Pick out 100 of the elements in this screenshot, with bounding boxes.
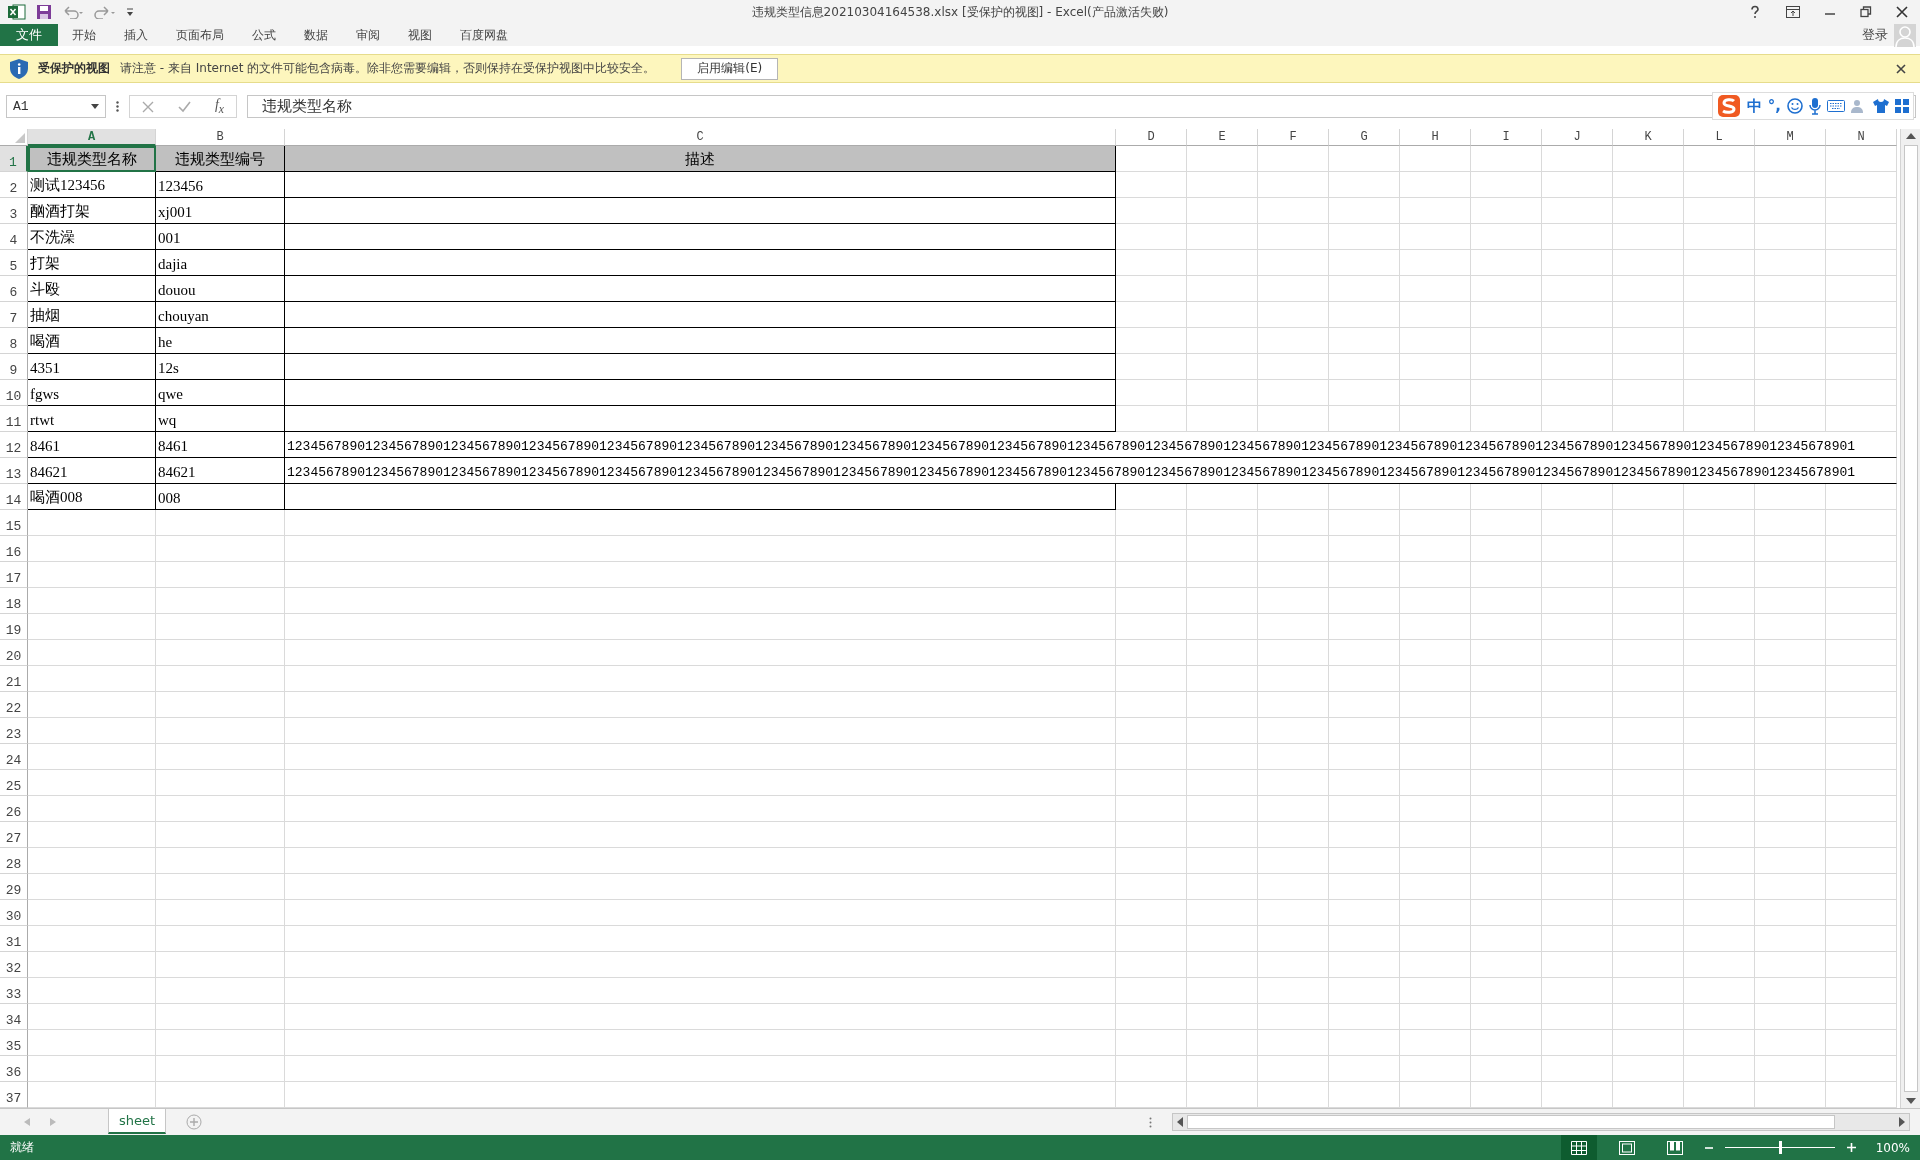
row-header[interactable]: 33 bbox=[0, 978, 28, 1004]
scroll-right-icon[interactable] bbox=[1899, 1117, 1905, 1127]
redo-icon[interactable] bbox=[94, 5, 116, 19]
ribbon-tab[interactable]: 数据 bbox=[290, 24, 342, 46]
column-header[interactable]: L bbox=[1684, 129, 1755, 146]
row-header[interactable]: 22 bbox=[0, 692, 28, 718]
zoom-slider-thumb[interactable] bbox=[1778, 1141, 1782, 1154]
customize-caret-icon[interactable] bbox=[126, 7, 134, 17]
column-header[interactable]: N bbox=[1826, 129, 1897, 146]
restore-icon[interactable] bbox=[1860, 6, 1872, 18]
row-header[interactable]: 23 bbox=[0, 718, 28, 744]
ribbon-tab[interactable]: 审阅 bbox=[342, 24, 394, 46]
vertical-scrollbar[interactable] bbox=[1900, 129, 1920, 1108]
dropdown-caret-icon[interactable] bbox=[91, 104, 99, 109]
ribbon-tab[interactable]: 插入 bbox=[110, 24, 162, 46]
row-header[interactable]: 6 bbox=[0, 276, 28, 302]
row-header[interactable]: 13 bbox=[0, 458, 28, 484]
sheet-tab[interactable]: sheet bbox=[108, 1109, 166, 1134]
row-header[interactable]: 20 bbox=[0, 640, 28, 666]
grid-menu-icon[interactable] bbox=[1895, 99, 1909, 113]
horizontal-scrollbar[interactable] bbox=[1172, 1113, 1910, 1131]
scroll-left-icon[interactable] bbox=[1177, 1117, 1183, 1127]
ribbon-display-icon[interactable] bbox=[1786, 6, 1800, 18]
undo-icon[interactable] bbox=[62, 5, 84, 19]
row-header[interactable]: 27 bbox=[0, 822, 28, 848]
row-header[interactable]: 5 bbox=[0, 250, 28, 276]
shirt-icon[interactable] bbox=[1873, 99, 1889, 113]
row-header[interactable]: 25 bbox=[0, 770, 28, 796]
column-header[interactable]: M bbox=[1755, 129, 1826, 146]
row-header[interactable]: 1 bbox=[0, 146, 28, 172]
row-header[interactable]: 34 bbox=[0, 1004, 28, 1030]
column-header[interactable]: J bbox=[1542, 129, 1613, 146]
row-header[interactable]: 8 bbox=[0, 328, 28, 354]
column-header[interactable]: H bbox=[1400, 129, 1471, 146]
close-icon[interactable] bbox=[1896, 63, 1906, 74]
row-header[interactable]: 24 bbox=[0, 744, 28, 770]
row-header[interactable]: 36 bbox=[0, 1056, 28, 1082]
row-header[interactable]: 12 bbox=[0, 432, 28, 458]
zoom-level[interactable]: 100% bbox=[1875, 1140, 1910, 1155]
ribbon-tab[interactable]: 页面布局 bbox=[162, 24, 238, 46]
enable-editing-button[interactable]: 启用编辑(E) bbox=[681, 57, 779, 80]
row-header[interactable]: 4 bbox=[0, 224, 28, 250]
more-options-icon[interactable] bbox=[116, 101, 119, 112]
shield-info-icon bbox=[10, 58, 28, 79]
zoom-in-icon[interactable] bbox=[1846, 1143, 1856, 1152]
row-header[interactable]: 31 bbox=[0, 926, 28, 952]
sign-in-link[interactable]: 登录 bbox=[1862, 26, 1888, 44]
row-header[interactable]: 2 bbox=[0, 172, 28, 198]
table-cell: he bbox=[156, 328, 285, 354]
grid-icon[interactable] bbox=[1570, 1140, 1587, 1155]
row-header[interactable]: 9 bbox=[0, 354, 28, 380]
row-header[interactable]: 16 bbox=[0, 536, 28, 562]
help-icon[interactable] bbox=[1748, 5, 1762, 19]
page-break-icon[interactable] bbox=[1666, 1140, 1683, 1155]
column-header[interactable]: F bbox=[1258, 129, 1329, 146]
ribbon-tab[interactable]: 开始 bbox=[58, 24, 110, 46]
column-header[interactable]: A bbox=[28, 129, 156, 146]
row-header[interactable]: 28 bbox=[0, 848, 28, 874]
insert-function-button[interactable]: f$_{x}$ bbox=[214, 97, 224, 116]
input-mode-toggle[interactable]: 中 bbox=[1746, 96, 1762, 116]
ribbon-tab[interactable]: 百度网盘 bbox=[446, 24, 522, 46]
ribbon-tab[interactable]: 视图 bbox=[394, 24, 446, 46]
table-cell: 123456789012345678901234567890123456789012345678901234567890123456789012345678901234567890123456789012345678901234567890123456789012345678901234567890123456789012345678901234567890123456789012345678901 bbox=[285, 458, 1897, 484]
splitter-icon[interactable] bbox=[1149, 1116, 1152, 1128]
row-header[interactable]: 3 bbox=[0, 198, 28, 224]
normal-view-button[interactable] bbox=[1560, 1135, 1597, 1160]
row-header[interactable]: 29 bbox=[0, 874, 28, 900]
row-header[interactable]: 26 bbox=[0, 796, 28, 822]
file-tab[interactable]: 文件 bbox=[0, 24, 58, 46]
punctuation-toggle[interactable]: °, bbox=[1767, 97, 1781, 115]
row-header[interactable]: 21 bbox=[0, 666, 28, 692]
scroll-up-icon[interactable] bbox=[1905, 133, 1916, 139]
scroll-down-icon[interactable] bbox=[1905, 1098, 1916, 1104]
row-header[interactable]: 32 bbox=[0, 952, 28, 978]
microphone-icon[interactable] bbox=[1809, 97, 1821, 115]
row-header[interactable]: 17 bbox=[0, 562, 28, 588]
column-header[interactable]: K bbox=[1613, 129, 1684, 146]
row-header[interactable]: 35 bbox=[0, 1030, 28, 1056]
keyboard-icon[interactable] bbox=[1827, 100, 1845, 112]
name-box[interactable]: A1 bbox=[6, 95, 106, 118]
row-header[interactable]: 15 bbox=[0, 510, 28, 536]
column-header[interactable]: E bbox=[1187, 129, 1258, 146]
column-header[interactable]: I bbox=[1471, 129, 1542, 146]
check-icon[interactable] bbox=[177, 100, 191, 113]
column-header[interactable]: D bbox=[1116, 129, 1187, 146]
page-icon[interactable] bbox=[1618, 1140, 1635, 1155]
column-header[interactable]: G bbox=[1329, 129, 1400, 146]
row-header[interactable]: 10 bbox=[0, 380, 28, 406]
save-icon[interactable] bbox=[36, 4, 52, 20]
excel-logo-icon[interactable] bbox=[8, 4, 26, 20]
row-header[interactable]: 14 bbox=[0, 484, 28, 510]
row-header[interactable]: 30 bbox=[0, 900, 28, 926]
row-header[interactable]: 7 bbox=[0, 302, 28, 328]
row-header[interactable]: 11 bbox=[0, 406, 28, 432]
sogou-logo-icon[interactable] bbox=[1716, 94, 1741, 118]
ribbon-tab[interactable]: 公式 bbox=[238, 24, 290, 46]
close-icon[interactable] bbox=[1896, 6, 1908, 18]
row-header[interactable]: 19 bbox=[0, 614, 28, 640]
smiley-icon[interactable] bbox=[1787, 98, 1803, 114]
row-header[interactable]: 18 bbox=[0, 588, 28, 614]
